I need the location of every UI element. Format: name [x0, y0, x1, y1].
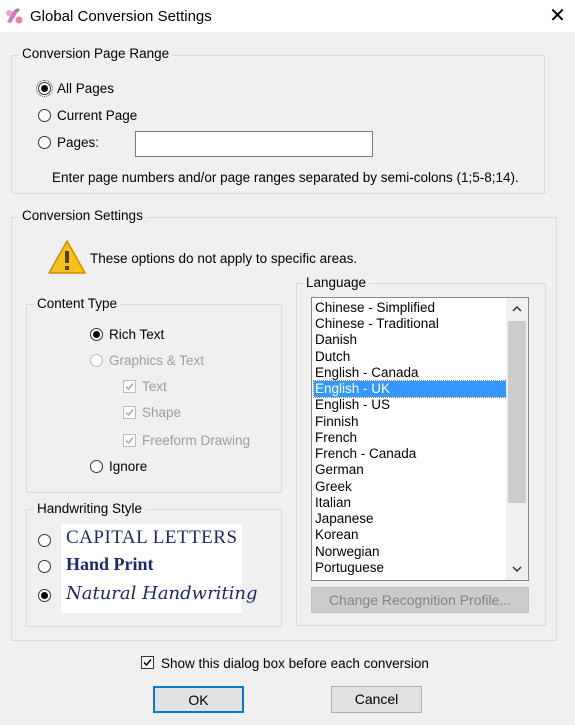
language-item[interactable]: Dutch: [314, 349, 509, 365]
pages-input[interactable]: [135, 131, 373, 157]
cancel-button[interactable]: Cancel: [331, 686, 422, 713]
language-item-selected[interactable]: English - UK: [313, 380, 510, 398]
text-checkbox[interactable]: [123, 380, 136, 393]
text-checkbox-label[interactable]: Text: [142, 379, 167, 394]
language-item[interactable]: Portuguese: [314, 560, 509, 576]
pages-label[interactable]: Pages:: [57, 135, 99, 150]
language-item[interactable]: Italian: [314, 495, 509, 511]
warning-icon: [48, 240, 86, 274]
language-item[interactable]: Finnish: [314, 414, 509, 430]
hand-print-radio[interactable]: [38, 560, 51, 573]
language-item[interactable]: Norwegian: [314, 544, 509, 560]
all-pages-radio[interactable]: [36, 80, 53, 97]
handwriting-legend: Handwriting Style: [34, 501, 146, 516]
language-item[interactable]: English - Canada: [314, 365, 509, 381]
all-pages-label[interactable]: All Pages: [57, 81, 114, 96]
language-legend: Language: [303, 275, 370, 290]
rich-text-radio[interactable]: [90, 328, 103, 341]
scroll-up-arrow-icon[interactable]: [506, 298, 528, 320]
language-item[interactable]: Chinese - Traditional: [314, 316, 509, 332]
shape-checkbox[interactable]: [123, 406, 136, 419]
current-page-radio[interactable]: [38, 109, 51, 122]
close-button[interactable]: ✕: [540, 0, 575, 32]
shape-checkbox-label[interactable]: Shape: [142, 405, 181, 420]
graphics-text-label[interactable]: Graphics & Text: [109, 353, 204, 368]
page-range-hint: Enter page numbers and/or page ranges se…: [52, 170, 519, 185]
page-range-legend: Conversion Page Range: [19, 46, 173, 61]
freeform-checkbox[interactable]: [123, 434, 136, 447]
natural-handwriting-sample[interactable]: Natural Handwriting: [66, 583, 258, 604]
language-item[interactable]: Greek: [314, 479, 509, 495]
language-item[interactable]: Chinese - Simplified: [314, 300, 509, 316]
show-dialog-checkbox[interactable]: [141, 656, 154, 669]
ignore-radio[interactable]: [90, 460, 103, 473]
language-item[interactable]: Danish: [314, 332, 509, 348]
language-item[interactable]: English - US: [314, 397, 509, 413]
current-page-label[interactable]: Current Page: [57, 108, 137, 123]
ignore-label[interactable]: Ignore: [109, 459, 147, 474]
hand-print-sample[interactable]: Hand Print: [66, 554, 154, 575]
language-item[interactable]: French - Canada: [314, 446, 509, 462]
pages-radio[interactable]: [38, 136, 51, 149]
language-item[interactable]: Korean: [314, 527, 509, 543]
window-title: Global Conversion Settings: [30, 8, 212, 25]
freeform-checkbox-label[interactable]: Freeform Drawing: [142, 433, 250, 448]
show-dialog-label[interactable]: Show this dialog box before each convers…: [161, 656, 429, 671]
rich-text-label[interactable]: Rich Text: [109, 327, 164, 342]
language-item[interactable]: French: [314, 430, 509, 446]
change-recognition-profile-button[interactable]: Change Recognition Profile...: [311, 587, 529, 613]
language-scroll-thumb[interactable]: [508, 321, 526, 503]
graphics-text-radio[interactable]: [90, 354, 103, 367]
language-list[interactable]: Chinese - Simplified Chinese - Tradition…: [311, 297, 529, 581]
warning-text: These options do not apply to specific a…: [90, 251, 358, 266]
capital-letters-radio[interactable]: [38, 534, 51, 547]
content-type-legend: Content Type: [34, 296, 121, 311]
language-item[interactable]: Japanese: [314, 511, 509, 527]
scroll-down-arrow-icon[interactable]: [506, 558, 528, 580]
capital-letters-sample[interactable]: CAPITAL LETTERS: [66, 527, 238, 549]
ok-button[interactable]: OK: [153, 686, 244, 713]
natural-handwriting-radio[interactable]: [38, 589, 51, 602]
conversion-settings-legend: Conversion Settings: [19, 208, 146, 223]
language-item[interactable]: German: [314, 462, 509, 478]
app-icon: [6, 8, 23, 24]
